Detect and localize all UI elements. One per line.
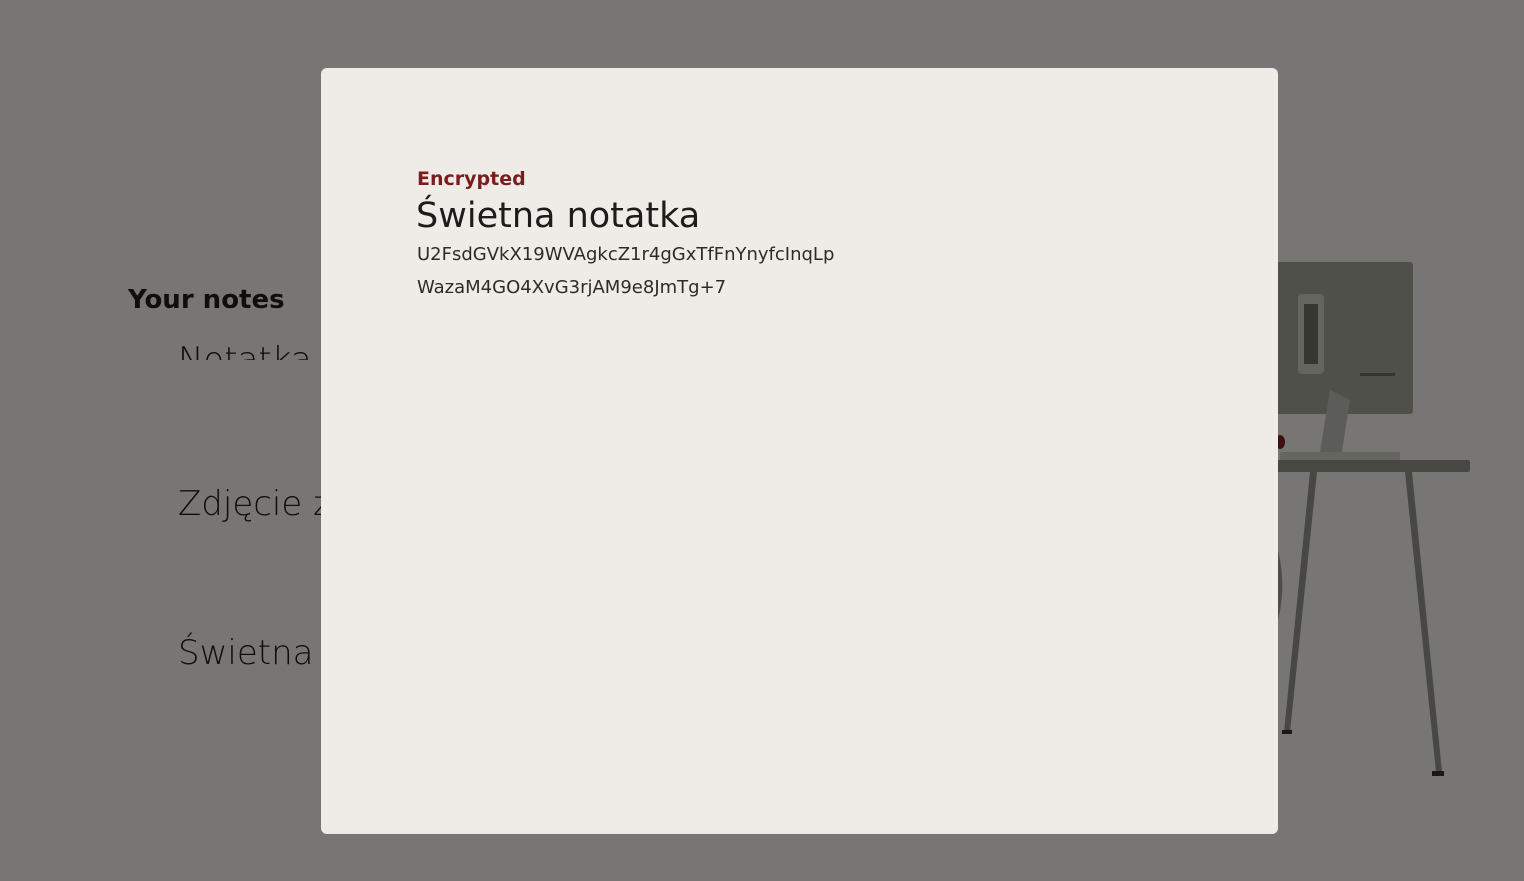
note-content: U2FsdGVkX19WVAgkcZ1r4gGxTfFnYnyfcInqLpWa… — [417, 244, 835, 298]
note-modal: Encrypted Świetna notatka U2FsdGVkX19WVA… — [321, 68, 1278, 834]
note-title: Świetna notatka — [416, 196, 701, 236]
encrypted-badge: Encrypted — [417, 168, 526, 190]
